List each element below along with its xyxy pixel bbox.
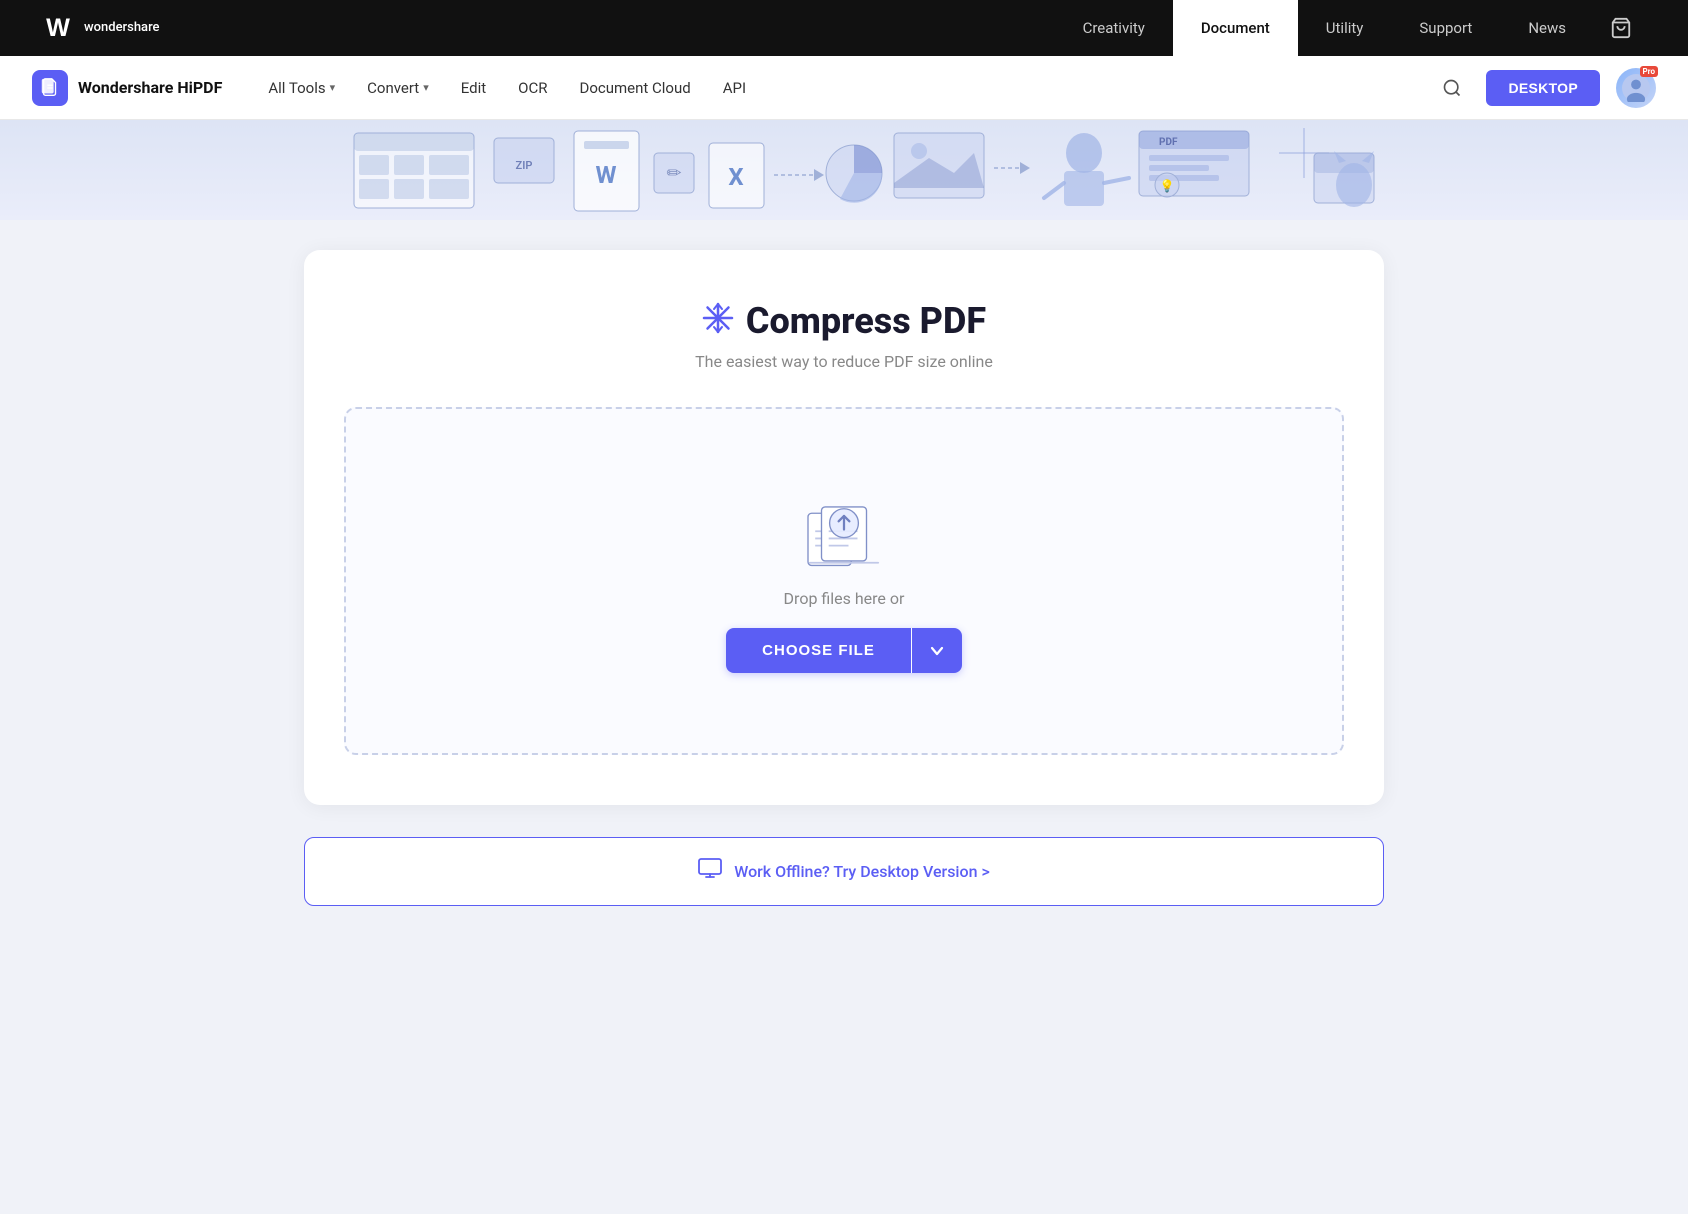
hero-illustration: ZIP W ✏ X PDF xyxy=(294,123,1394,218)
subnav-document-cloud[interactable]: Document Cloud xyxy=(565,71,704,105)
hipdf-brand[interactable]: Wondershare HiPDF xyxy=(32,70,222,106)
subnav-edit[interactable]: Edit xyxy=(447,71,500,105)
upload-illustration xyxy=(799,489,889,569)
search-icon xyxy=(1442,78,1462,98)
subnav-all-tools[interactable]: All Tools ▾ xyxy=(254,71,349,105)
convert-chevron: ▾ xyxy=(423,81,429,94)
top-nav-creativity[interactable]: Creativity xyxy=(1055,0,1173,56)
top-navigation: W wondershare Creativity Document Utilit… xyxy=(0,0,1688,56)
choose-file-row: CHOOSE FILE xyxy=(726,628,962,673)
all-tools-chevron: ▾ xyxy=(330,81,336,94)
cart-icon[interactable] xyxy=(1594,0,1648,56)
monitor-icon-svg xyxy=(698,858,722,880)
sub-nav-right: DESKTOP Pro xyxy=(1434,68,1656,108)
dropdown-chevron-icon xyxy=(930,644,944,658)
svg-text:X: X xyxy=(728,163,743,191)
sub-nav-links: All Tools ▾ Convert ▾ Edit OCR Document … xyxy=(254,71,1434,105)
monitor-icon xyxy=(698,858,722,885)
compress-subtitle: The easiest way to reduce PDF size onlin… xyxy=(344,352,1344,371)
top-nav-news[interactable]: News xyxy=(1500,0,1594,56)
subnav-convert[interactable]: Convert ▾ xyxy=(353,71,443,105)
svg-text:✏: ✏ xyxy=(666,163,681,184)
hipdf-icon-svg xyxy=(39,77,61,99)
subnav-ocr[interactable]: OCR xyxy=(504,71,561,105)
compress-pdf-icon xyxy=(702,302,734,341)
file-dropzone[interactable]: Drop files here or CHOOSE FILE xyxy=(344,407,1344,755)
offline-banner[interactable]: Work Offline? Try Desktop Version > xyxy=(304,837,1384,906)
top-nav-logo[interactable]: W wondershare xyxy=(40,10,160,46)
top-nav-utility[interactable]: Utility xyxy=(1298,0,1392,56)
svg-text:PDF: PDF xyxy=(1159,137,1178,148)
search-button[interactable] xyxy=(1434,70,1470,106)
compress-card: Compress PDF The easiest way to reduce P… xyxy=(304,250,1384,805)
top-nav-document[interactable]: Document xyxy=(1173,0,1298,56)
svg-text:W: W xyxy=(46,14,70,42)
avatar-icon xyxy=(1622,74,1650,102)
top-nav-logo-text: wondershare xyxy=(84,20,160,36)
compress-title-row: Compress PDF xyxy=(344,300,1344,342)
desktop-button[interactable]: DESKTOP xyxy=(1486,70,1600,106)
hero-banner: ZIP W ✏ X PDF xyxy=(0,120,1688,220)
pro-badge: Pro xyxy=(1640,66,1658,77)
hipdf-brand-text: Wondershare HiPDF xyxy=(78,78,222,97)
top-nav-support[interactable]: Support xyxy=(1391,0,1500,56)
user-avatar-wrapper[interactable]: Pro xyxy=(1616,68,1656,108)
hipdf-logo-icon xyxy=(32,70,68,106)
subnav-api[interactable]: API xyxy=(709,71,760,105)
choose-file-dropdown-button[interactable] xyxy=(912,628,962,673)
sub-navigation: Wondershare HiPDF All Tools ▾ Convert ▾ … xyxy=(0,56,1688,120)
offline-text: Work Offline? Try Desktop Version > xyxy=(734,862,990,881)
wondershare-logo-icon: W xyxy=(40,10,76,46)
choose-file-button[interactable]: CHOOSE FILE xyxy=(726,628,911,673)
top-nav-items: Creativity Document Utility Support News xyxy=(1055,0,1648,56)
svg-text:💡: 💡 xyxy=(1160,179,1175,193)
svg-text:W: W xyxy=(596,161,617,189)
page-title: Compress PDF xyxy=(746,300,986,342)
compress-icon-svg xyxy=(702,302,734,334)
svg-text:ZIP: ZIP xyxy=(516,159,533,172)
drop-text: Drop files here or xyxy=(784,589,905,608)
main-content: Compress PDF The easiest way to reduce P… xyxy=(0,220,1688,946)
